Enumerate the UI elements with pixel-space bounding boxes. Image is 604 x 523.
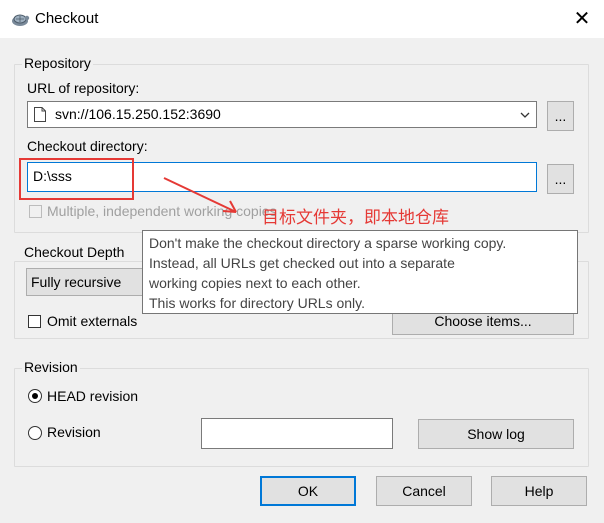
revision-label: Revision [47, 424, 101, 440]
close-icon[interactable]: ✕ [568, 5, 596, 33]
title-bar: Checkout ✕ [0, 0, 604, 38]
url-value: svn://106.15.250.152:3690 [55, 106, 221, 122]
tortoisesvn-icon [10, 10, 30, 28]
omit-externals-checkbox[interactable] [28, 315, 41, 328]
cancel-button[interactable]: Cancel [376, 476, 472, 506]
tooltip-line: This works for directory URLs only. [149, 295, 366, 311]
chevron-down-icon[interactable] [519, 108, 531, 124]
help-button[interactable]: Help [491, 476, 587, 506]
annotation-arrow-icon [160, 172, 250, 225]
checkout-depth-value: Fully recursive [31, 274, 122, 290]
ok-button[interactable]: OK [260, 476, 356, 506]
multiple-working-copies-checkbox[interactable] [29, 205, 42, 218]
revision-group-label: Revision [22, 359, 80, 375]
repository-group-label: Repository [22, 55, 93, 71]
checkout-directory-label: Checkout directory: [27, 138, 148, 154]
tooltip-line: Instead, all URLs get checked out into a… [149, 255, 455, 271]
revision-radio[interactable] [28, 426, 42, 440]
show-log-button[interactable]: Show log [418, 419, 574, 449]
url-combobox[interactable]: svn://106.15.250.152:3690 [27, 101, 537, 128]
window-title: Checkout [35, 10, 99, 27]
head-revision-radio[interactable] [28, 389, 42, 403]
head-revision-label: HEAD revision [47, 388, 139, 404]
omit-externals-label: Omit externals [47, 313, 138, 329]
revision-input[interactable] [201, 418, 393, 449]
annotation-highlight-box [19, 158, 134, 200]
file-icon [34, 107, 46, 125]
checkout-depth-label: Checkout Depth [22, 244, 127, 260]
tooltip-line: working copies next to each other. [149, 275, 361, 291]
url-label: URL of repository: [27, 80, 140, 96]
annotation-text: 目标文件夹，即本地仓库 [262, 208, 449, 227]
tooltip: Don't make the checkout directory a spar… [142, 230, 578, 314]
tooltip-line: Don't make the checkout directory a spar… [149, 235, 507, 251]
checkout-depth-select[interactable]: Fully recursive [26, 268, 150, 296]
url-browse-button[interactable]: ... [547, 101, 574, 131]
directory-browse-button[interactable]: ... [547, 164, 574, 194]
